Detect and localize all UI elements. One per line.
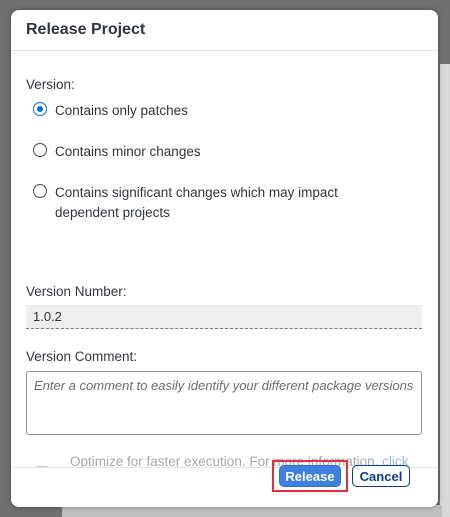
radio-label-patches: Contains only patches — [55, 103, 188, 118]
background-panel-edge — [440, 64, 450, 517]
release-project-dialog: Release Project Version: Contains only p… — [11, 10, 438, 507]
radio-button-patches[interactable] — [33, 102, 47, 116]
version-number-label: Version Number: — [26, 284, 127, 299]
radio-option-minor[interactable]: Contains minor changes — [33, 142, 395, 162]
cancel-button[interactable]: Cancel — [352, 465, 410, 487]
radio-button-minor[interactable] — [33, 143, 47, 157]
version-comment-input[interactable]: Enter a comment to easily identify your … — [26, 371, 422, 435]
version-number-field: 1.0.2 — [26, 305, 422, 329]
version-comment-label: Version Comment: — [26, 349, 138, 364]
radio-option-patches[interactable]: Contains only patches — [33, 101, 395, 121]
dialog-title: Release Project — [26, 21, 146, 38]
radio-label-significant: Contains significant changes which may i… — [55, 185, 338, 220]
release-button[interactable]: Release — [279, 465, 341, 487]
radio-option-significant[interactable]: Contains significant changes which may i… — [33, 183, 395, 223]
radio-button-significant[interactable] — [33, 184, 47, 198]
radio-label-minor: Contains minor changes — [55, 144, 201, 159]
version-label: Version: — [26, 77, 75, 92]
dialog-header: Release Project — [11, 10, 438, 51]
dialog-body: Version: Contains only patches Contains … — [11, 51, 438, 489]
